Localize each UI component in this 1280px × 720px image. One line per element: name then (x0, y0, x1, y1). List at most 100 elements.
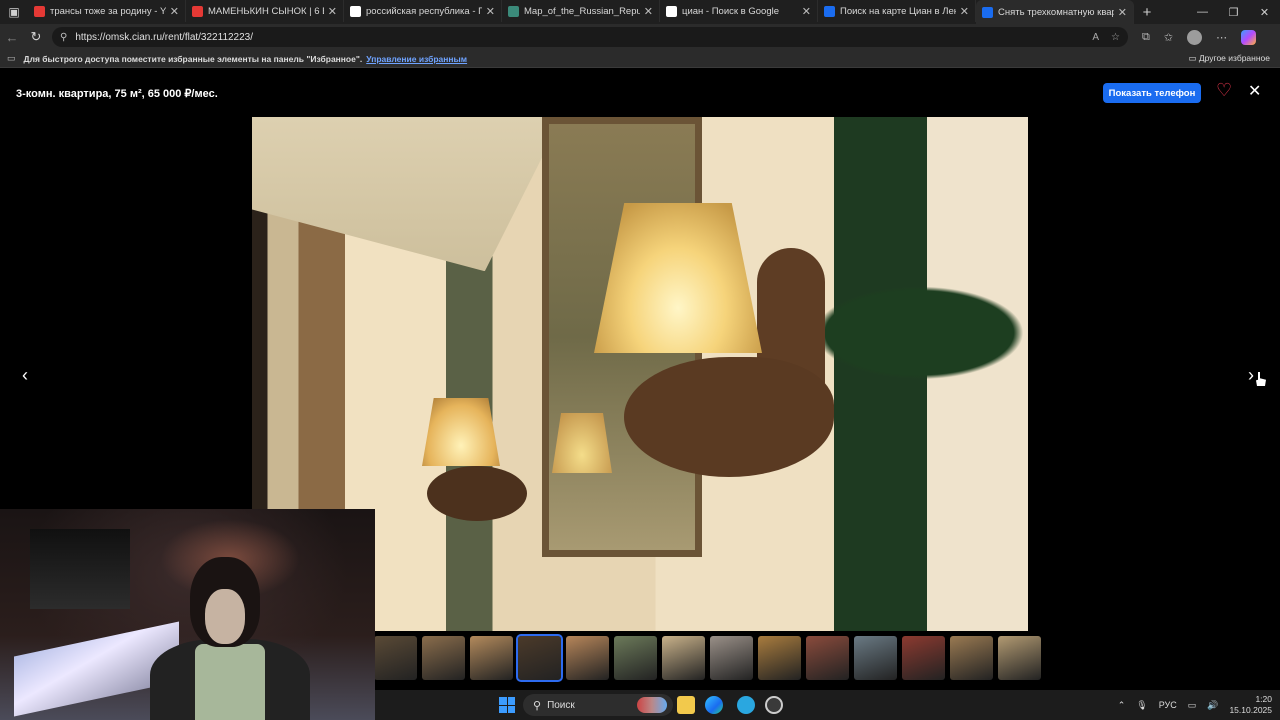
extensions-icon[interactable]: ⧉ (1142, 31, 1150, 44)
volume-icon[interactable]: 🔊 (1207, 700, 1218, 711)
webcam-person-face (205, 589, 245, 644)
photo-sconce-arm (624, 357, 834, 477)
thumbnail[interactable] (516, 634, 563, 682)
network-icon[interactable]: ▭ (1188, 700, 1197, 711)
photo-small-sconce (427, 466, 527, 521)
thumbnail[interactable] (566, 636, 609, 680)
youtube-icon (192, 5, 203, 17)
tab-1[interactable]: МАМЕНЬКИН СЫНОК | 6 ВЫПУСК ✕ (186, 0, 344, 22)
start-button[interactable] (499, 697, 515, 713)
new-tab-button[interactable]: + (1134, 4, 1160, 21)
tab-title: российская республика - Поиск (366, 5, 482, 17)
app-icon[interactable] (765, 696, 783, 714)
thumbnail-strip (374, 634, 1041, 682)
show-phone-button[interactable]: Показать телефон (1103, 83, 1201, 103)
webcam-window (30, 529, 130, 609)
copilot-icon[interactable] (1241, 29, 1257, 45)
clock-date: 15.10.2025 (1229, 705, 1272, 715)
thumbnail[interactable] (998, 636, 1041, 680)
site-info-icon[interactable]: ⚲ (60, 32, 67, 43)
clock[interactable]: 1:20 15.10.2025 (1229, 694, 1272, 716)
tab-title: МАМЕНЬКИН СЫНОК | 6 ВЫПУСК (208, 5, 324, 17)
thumbnail[interactable] (902, 636, 945, 680)
manage-favorites-link[interactable]: Управление избранным (366, 54, 467, 64)
tab-actions-icon[interactable]: ▣ (0, 0, 28, 24)
tab-title: трансы тоже за родину - YouTube (50, 5, 166, 17)
google-icon (666, 5, 677, 17)
favorites-bar: ▭ Для быстрого доступа поместите избранн… (0, 50, 1280, 68)
tab-close-icon[interactable]: ✕ (802, 5, 811, 18)
edge-icon[interactable] (705, 696, 723, 714)
photo-small-lampshade (422, 398, 500, 466)
favorite-heart-icon[interactable]: ♡ (1216, 80, 1232, 101)
read-aloud-icon[interactable]: A (1092, 32, 1099, 43)
taskbar-search-label: Поиск (547, 699, 575, 711)
tab-title: циан - Поиск в Google (682, 5, 780, 17)
close-gallery-icon[interactable]: ✕ (1248, 81, 1261, 101)
other-favorites-folder[interactable]: ▭ Другое избранное (1189, 53, 1271, 64)
telegram-icon[interactable] (737, 696, 755, 714)
tab-strip: трансы тоже за родину - YouTube✕МАМЕНЬКИ… (28, 0, 1134, 24)
url-text: https://omsk.cian.ru/rent/flat/322112223… (75, 31, 254, 43)
microphone-icon[interactable]: 🎙 (1136, 700, 1147, 711)
cian-icon (824, 5, 835, 17)
tab-close-icon[interactable]: ✕ (960, 5, 969, 18)
tab-6[interactable]: Снять трехкомнатную квартиру ✕ (976, 0, 1134, 24)
refresh-button[interactable]: ↻ (24, 29, 48, 45)
reading-list-icon: ▭ (7, 53, 16, 63)
thumbnail[interactable] (662, 636, 705, 680)
tab-0[interactable]: трансы тоже за родину - YouTube ✕ (28, 0, 186, 22)
google-icon (350, 5, 361, 17)
next-photo-arrow[interactable]: › (1248, 365, 1254, 386)
profile-avatar[interactable] (1187, 29, 1203, 45)
thumbnail[interactable] (374, 636, 417, 680)
tab-close-icon[interactable]: ✕ (170, 5, 179, 18)
language-indicator[interactable]: РУС (1159, 700, 1177, 710)
youtube-icon (34, 5, 45, 17)
tab-5[interactable]: Поиск на карте Циан в Ленинграде ✕ (818, 0, 976, 22)
minimize-button[interactable]: — (1187, 6, 1218, 19)
clock-time: 1:20 (1255, 694, 1272, 704)
thumbnail[interactable] (470, 636, 513, 680)
system-tray: ⌃ 🎙 РУС ▭ 🔊 1:20 15.10.2025 (1118, 690, 1272, 720)
thumbnail[interactable] (614, 636, 657, 680)
thumbnail[interactable] (950, 636, 993, 680)
tab-3[interactable]: Map_of_the_Russian_Republic_w ✕ (502, 0, 660, 22)
other-favorites-label: Другое избранное (1198, 53, 1270, 63)
taskbar-search[interactable]: ⚲ Поиск (523, 694, 673, 716)
wiki-icon (508, 5, 519, 17)
file-explorer-icon[interactable] (677, 696, 695, 714)
tab-close-icon[interactable]: ✕ (1118, 6, 1127, 19)
tab-4[interactable]: циан - Поиск в Google ✕ (660, 0, 818, 22)
listing-title: 3-комн. квартира, 75 м², 65 000 ₽/мес. (16, 88, 218, 100)
tab-2[interactable]: российская республика - Поиск ✕ (344, 0, 502, 22)
add-favorite-icon[interactable]: ☆ (1111, 32, 1120, 43)
url-field[interactable]: ⚲ https://omsk.cian.ru/rent/flat/3221122… (52, 27, 1128, 47)
tab-bar: ▣ трансы тоже за родину - YouTube✕МАМЕНЬ… (0, 0, 1280, 24)
search-icon: ⚲ (533, 699, 542, 712)
tab-close-icon[interactable]: ✕ (328, 5, 337, 18)
favorites-hint: Для быстрого доступа поместите избранные… (23, 53, 363, 64)
search-highlight-icon (637, 697, 667, 713)
cian-icon (982, 6, 993, 18)
window-controls: — ❐ ✕ (1187, 6, 1280, 19)
tab-title: Поиск на карте Циан в Ленинграде (840, 5, 956, 17)
webcam-overlay (0, 509, 375, 720)
photo-reflected-lampshade (552, 413, 612, 473)
tab-close-icon[interactable]: ✕ (486, 5, 495, 18)
webcam-person-shirt (195, 644, 265, 720)
thumbnail[interactable] (758, 636, 801, 680)
thumbnail[interactable] (806, 636, 849, 680)
tab-title: Map_of_the_Russian_Republic_w (524, 5, 640, 17)
more-menu-icon[interactable]: ⋯ (1216, 31, 1227, 44)
thumbnail[interactable] (422, 636, 465, 680)
maximize-button[interactable]: ❐ (1218, 6, 1249, 19)
thumbnail[interactable] (854, 636, 897, 680)
thumbnail[interactable] (710, 636, 753, 680)
tab-close-icon[interactable]: ✕ (644, 5, 653, 18)
favorites-icon[interactable]: ✩ (1164, 31, 1173, 44)
back-button[interactable]: ← (0, 30, 24, 45)
previous-photo-arrow[interactable]: ‹ (22, 365, 28, 386)
tray-overflow-icon[interactable]: ⌃ (1118, 700, 1126, 711)
close-window-button[interactable]: ✕ (1249, 6, 1280, 19)
